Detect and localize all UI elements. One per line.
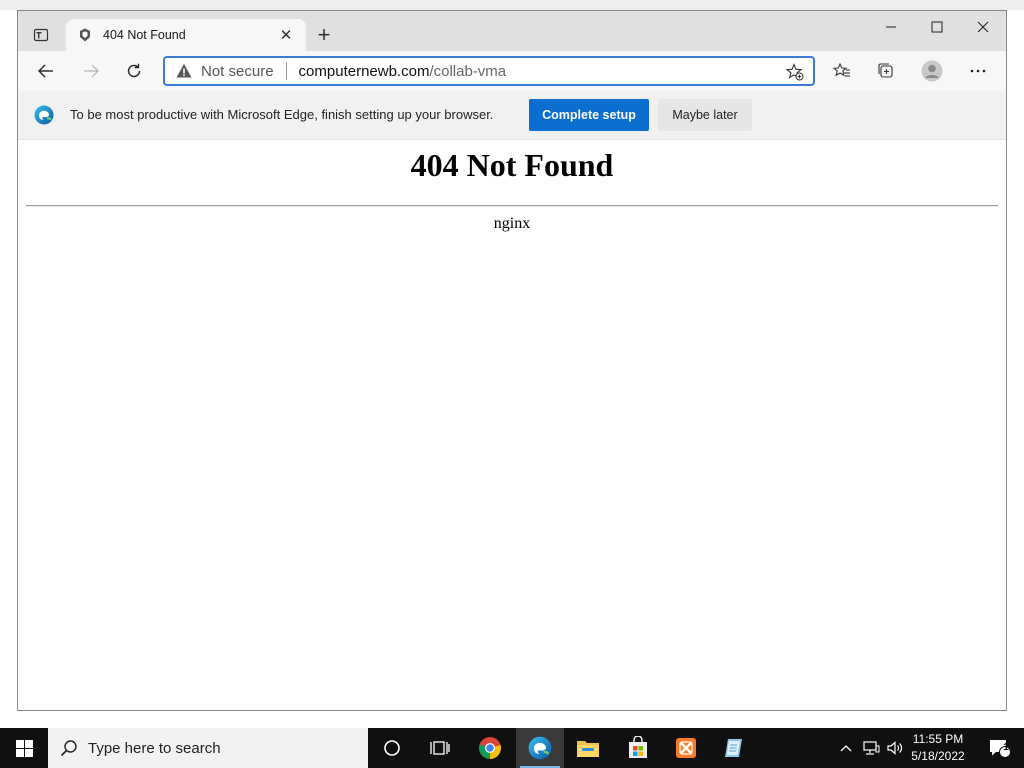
search-placeholder: Type here to search <box>88 739 221 757</box>
chevron-up-icon <box>840 745 852 752</box>
clock-date: 5/18/2022 <box>911 749 965 763</box>
minimize-icon <box>886 26 896 28</box>
page-favicon-icon <box>76 26 94 44</box>
maximize-icon <box>931 21 943 33</box>
add-favorite-icon[interactable] <box>785 62 805 82</box>
maybe-later-button[interactable]: Maybe later <box>658 99 752 131</box>
tab-close-icon[interactable]: ✕ <box>276 25 296 45</box>
notepad-icon <box>725 739 742 757</box>
page-content: 404 Not Found nginx <box>18 141 1006 710</box>
not-secure-warning-icon[interactable] <box>175 62 193 80</box>
network-icon <box>863 741 880 755</box>
profile-button[interactable] <box>916 56 948 86</box>
browser-window: 404 Not Found ✕ + Not secure computernew… <box>17 10 1007 711</box>
start-button[interactable] <box>0 728 48 768</box>
close-icon <box>977 21 989 33</box>
task-view-button[interactable] <box>416 728 464 768</box>
security-label[interactable]: Not secure <box>201 63 274 80</box>
chrome-icon <box>479 737 501 759</box>
tab-active[interactable]: 404 Not Found ✕ <box>66 19 306 51</box>
forward-arrow-icon <box>84 64 99 78</box>
address-bar[interactable]: Not secure computernewb.com/collab-vma <box>163 56 815 86</box>
avatar-icon <box>921 60 943 82</box>
setup-infobar: To be most productive with Microsoft Edg… <box>18 91 1006 140</box>
edge-taskbar-button[interactable] <box>516 728 564 768</box>
edge-logo-icon <box>34 105 54 125</box>
maximize-button[interactable] <box>914 11 960 43</box>
back-arrow-icon <box>38 64 53 78</box>
store-icon <box>629 736 647 758</box>
search-icon <box>60 740 77 757</box>
system-clock[interactable]: 11:55 PM 5/18/2022 <box>902 731 974 765</box>
server-name: nginx <box>493 215 531 232</box>
favorites-button[interactable] <box>826 56 858 86</box>
page-title: 404 Not Found <box>410 147 614 183</box>
refresh-button[interactable] <box>118 56 150 86</box>
network-button[interactable] <box>860 728 882 768</box>
forward-button[interactable] <box>75 56 107 86</box>
xampp-taskbar-button[interactable] <box>662 728 710 768</box>
new-tab-button[interactable]: + <box>312 22 336 47</box>
desktop-background-strip <box>0 0 1024 10</box>
notepad-taskbar-button[interactable] <box>710 728 758 768</box>
file-explorer-taskbar-button[interactable] <box>564 728 612 768</box>
taskbar-search-box[interactable]: Type here to search <box>48 728 368 768</box>
notification-count: 1 <box>1003 742 1009 753</box>
edge-icon <box>528 736 552 760</box>
chrome-taskbar-button[interactable] <box>466 728 514 768</box>
back-button[interactable] <box>30 56 62 86</box>
show-hidden-icons-button[interactable] <box>836 728 856 768</box>
url-host: computernewb.com <box>298 62 430 80</box>
store-taskbar-button[interactable] <box>614 728 662 768</box>
more-options-icon <box>970 69 986 73</box>
windows-logo-icon <box>15 739 33 757</box>
taskbar: Type here to search 11:55 PM 5/18/2022 1 <box>0 728 1024 768</box>
action-center-button[interactable]: 1 <box>980 728 1020 768</box>
tab-bar: 404 Not Found ✕ + <box>18 11 1006 51</box>
settings-more-button[interactable] <box>962 56 994 86</box>
task-view-icon <box>430 741 450 755</box>
url-path: /collab-vma <box>429 62 507 80</box>
refresh-icon <box>127 63 141 78</box>
cortana-button[interactable] <box>368 728 416 768</box>
horizontal-rule <box>26 205 998 207</box>
infobar-message: To be most productive with Microsoft Edg… <box>70 107 494 122</box>
tab-title: 404 Not Found <box>103 28 186 42</box>
minimize-button[interactable] <box>868 11 914 43</box>
xampp-icon <box>676 738 696 758</box>
clock-time: 11:55 PM <box>912 732 964 746</box>
address-separator <box>285 62 287 80</box>
collections-button[interactable] <box>870 56 902 86</box>
favorites-icon <box>833 62 850 77</box>
collections-icon <box>878 63 893 78</box>
navigation-toolbar: Not secure computernewb.com/collab-vma <box>18 51 1006 91</box>
cortana-circle-icon <box>384 740 400 756</box>
file-explorer-icon <box>577 741 599 757</box>
tab-actions-button[interactable] <box>26 21 56 49</box>
complete-setup-button[interactable]: Complete setup <box>529 99 649 131</box>
close-window-button[interactable] <box>960 11 1006 43</box>
tab-actions-icon <box>33 28 49 42</box>
